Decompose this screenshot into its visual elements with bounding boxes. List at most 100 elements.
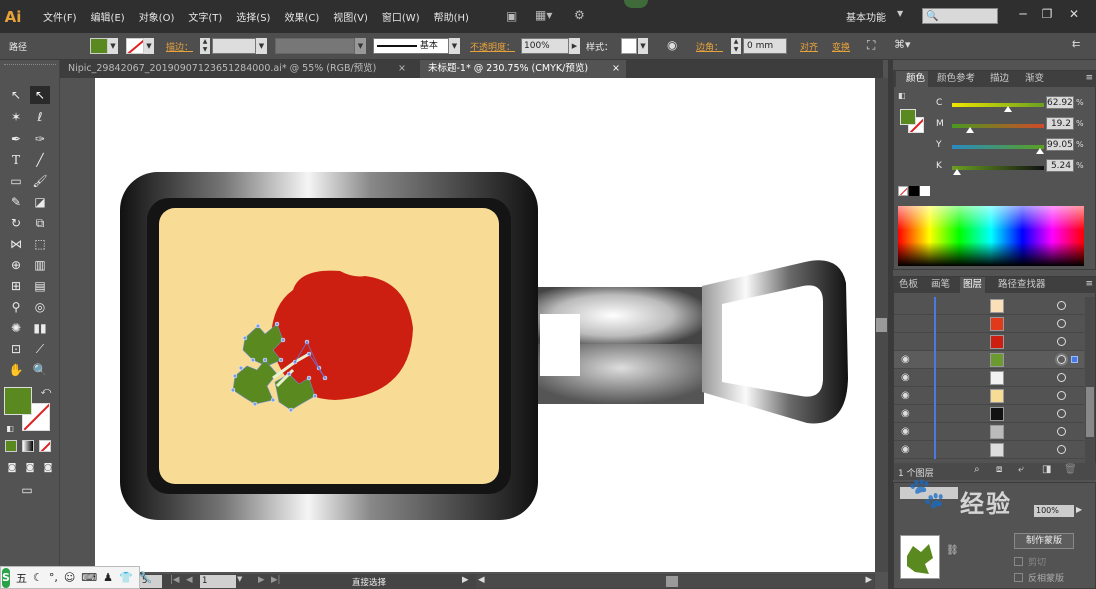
new-layer-icon[interactable]: ◨ [1042, 464, 1051, 475]
arrange-icon[interactable]: ▦▾ [535, 8, 552, 22]
variable-width-dropdown[interactable]: ▼ [355, 38, 366, 54]
isolate-icon[interactable]: ⛶ [867, 38, 875, 53]
magenta-knob[interactable] [966, 127, 974, 133]
panel-menu-icon[interactable]: ≡ [1085, 279, 1093, 289]
target-icon[interactable] [1057, 355, 1066, 364]
skin-icon[interactable]: 👕 [119, 571, 133, 584]
swap-colors-icon[interactable]: ⤺ [36, 383, 56, 401]
scroll-right-icon[interactable]: ▶ [865, 575, 872, 585]
draw-inside-icon[interactable]: ◙ [38, 459, 58, 477]
voice-icon[interactable]: ♟ [103, 571, 113, 584]
mesh-tool-icon[interactable]: ⊞ [6, 277, 26, 295]
visibility-eye-icon[interactable]: ◉ [901, 372, 913, 383]
target-icon[interactable] [1057, 301, 1066, 310]
curvature-tool-icon[interactable]: ✑ [30, 130, 50, 148]
hand-tool-icon[interactable]: ✋ [6, 361, 26, 379]
shape-builder-tool-icon[interactable]: ⊕ [6, 256, 26, 274]
last-page-icon[interactable]: ▶| [271, 575, 280, 585]
width-tool-icon[interactable]: ⋈ [6, 235, 26, 253]
color-spectrum[interactable] [898, 206, 1084, 266]
bridge-icon[interactable]: ▣ [506, 9, 517, 23]
visibility-eye-icon[interactable]: ◉ [901, 354, 913, 365]
artboard[interactable] [95, 78, 875, 572]
brush-definition-dropdown[interactable]: ▼ [449, 38, 460, 54]
eyedropper-tool-icon[interactable]: ⚲ [6, 298, 26, 316]
tab-brushes[interactable]: 画笔 [928, 277, 953, 293]
layer-row[interactable]: ◉ [894, 405, 1084, 423]
white-swatch[interactable] [920, 186, 930, 196]
color-mode-button[interactable] [5, 440, 17, 452]
perspective-grid-tool-icon[interactable]: ▥ [30, 256, 50, 274]
close-icon[interactable]: × [612, 60, 620, 78]
corner-label[interactable]: 边角： [696, 40, 723, 53]
tab-pathfinder[interactable]: 路径查找器 [995, 277, 1049, 293]
blend-mode-field[interactable] [900, 487, 958, 499]
menu-type[interactable]: 文字(T) [181, 9, 229, 24]
black-knob[interactable] [953, 169, 961, 175]
variable-width-field[interactable] [275, 38, 355, 54]
clipping-mask-icon[interactable]: ⧈ [996, 464, 1002, 475]
ime-mode[interactable]: 五 [16, 570, 27, 586]
artwork[interactable] [95, 78, 875, 572]
stroke-dropdown[interactable]: ▼ [144, 38, 154, 54]
selection-indicator[interactable] [1071, 356, 1078, 363]
moon-icon[interactable]: ☾ [33, 571, 43, 584]
gradient-tool-icon[interactable]: ▤ [30, 277, 50, 295]
menu-help[interactable]: 帮助(H) [427, 9, 476, 24]
menu-window[interactable]: 窗口(W) [375, 9, 427, 24]
eraser-tool-icon[interactable]: ◪ [30, 193, 50, 211]
layer-row[interactable]: ◉ [894, 369, 1084, 387]
tab-color-guide[interactable]: 颜色参考 [934, 71, 978, 87]
screen-mode-icon[interactable]: ▭ [17, 481, 37, 499]
tab-color[interactable]: 颜色 [896, 71, 929, 87]
column-graph-tool-icon[interactable]: ▮▮ [30, 319, 50, 337]
slice-tool-icon[interactable]: ⟋ [30, 340, 50, 358]
menu-select[interactable]: 选择(S) [229, 9, 277, 24]
menu-view[interactable]: 视图(V) [326, 9, 375, 24]
line-tool-icon[interactable]: ╱ [30, 151, 50, 169]
page-field[interactable]: 1 [200, 575, 236, 588]
layer-row[interactable] [894, 297, 1084, 315]
target-icon[interactable] [1057, 445, 1066, 454]
stroke-weight-field[interactable] [212, 38, 256, 54]
default-colors-icon[interactable]: ◧ [0, 420, 20, 438]
cyan-knob[interactable] [1004, 106, 1012, 112]
visibility-eye-icon[interactable] [901, 300, 913, 311]
menu-file[interactable]: 文件(F) [36, 9, 84, 24]
target-icon[interactable] [1057, 427, 1066, 436]
stroke-swatch[interactable] [126, 38, 144, 54]
tab-layers[interactable]: 图层 [960, 277, 986, 293]
status-menu-icon[interactable]: ▶ [462, 575, 469, 585]
visibility-eye-icon[interactable] [901, 336, 913, 347]
tools-icon[interactable]: 🔧 [139, 571, 153, 584]
recolor-icon[interactable]: ◉ [667, 38, 677, 52]
none-swatch[interactable] [898, 186, 908, 196]
canvas-area[interactable] [60, 78, 875, 572]
black-swatch[interactable] [909, 186, 919, 196]
close-button[interactable]: ✕ [1062, 4, 1086, 24]
tab-nipic[interactable]: Nipic_29842067_20190907123651284000.ai* … [60, 60, 412, 78]
close-icon[interactable]: × [398, 60, 406, 78]
delete-layer-icon[interactable]: 🗑 [1064, 464, 1077, 475]
visibility-eye-icon[interactable]: ◉ [901, 408, 913, 419]
layer-row[interactable]: ◉ [894, 441, 1084, 459]
invert-mask-checkbox[interactable] [1014, 573, 1023, 582]
menu-effect[interactable]: 效果(C) [277, 9, 326, 24]
layer-row[interactable]: ◉ [894, 351, 1084, 369]
fill-dropdown[interactable]: ▼ [108, 38, 118, 54]
fill-color-box[interactable] [4, 387, 32, 415]
target-icon[interactable] [1057, 409, 1066, 418]
artboard-tool-icon[interactable]: ⊡ [6, 340, 26, 358]
visibility-eye-icon[interactable]: ◉ [901, 426, 913, 437]
gpu-icon[interactable]: ⚙ [574, 8, 585, 22]
draw-behind-icon[interactable]: ◙ [20, 459, 40, 477]
magic-wand-tool-icon[interactable]: ✶ [6, 108, 26, 126]
paintbrush-tool-icon[interactable]: 🖌 [30, 172, 50, 190]
toolbox-grip[interactable] [4, 64, 56, 67]
graphic-style-swatch[interactable] [621, 38, 637, 54]
stroke-weight-dropdown[interactable]: ▼ [256, 38, 267, 54]
vertical-scroll-thumb[interactable] [876, 318, 887, 332]
type-tool-icon[interactable]: T [6, 151, 26, 169]
fill-swatch[interactable] [90, 38, 108, 54]
cyan-slider[interactable]: C 62.92 % [894, 96, 1084, 112]
